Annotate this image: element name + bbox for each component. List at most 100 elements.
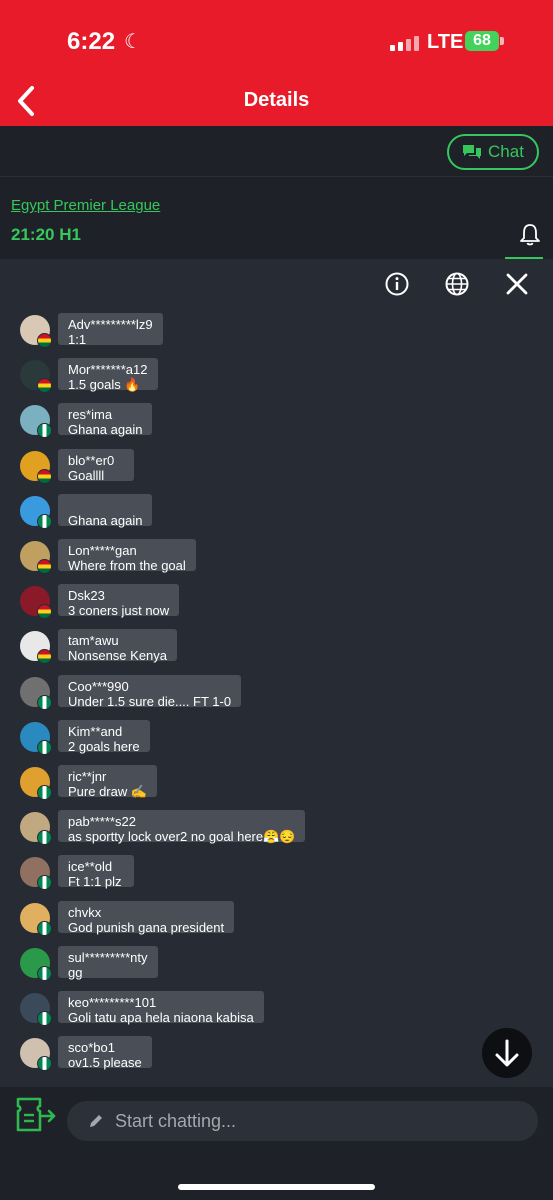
message-username: Coo***990 [68,678,129,694]
chat-message: blo**er0 Goallll [0,448,553,491]
message-bubble[interactable]: Kim**and 2 goals here [58,719,150,754]
nigeria-flag-icon [37,1011,52,1026]
nigeria-flag-icon [37,875,52,891]
message-username: Kim**and [68,723,123,739]
message-username: Mor*******a12 [68,362,148,378]
carrier-label: LTE [427,31,464,53]
scroll-to-bottom-button[interactable] [482,1028,532,1078]
nigeria-flag-icon [37,1056,52,1072]
chat-message: Kim**and 2 goals here [0,719,553,762]
ghana-flag-icon [37,649,52,665]
message-bubble[interactable]: keo*********101 Goli tatu apa hela niaona… [58,991,264,1025]
chat-message: ice**old Ft 1:1 plz [0,855,553,897]
message-bubble[interactable]: Mor*******a12 1.5 goals 🔥 [58,358,158,393]
message-bubble[interactable]: ric**jnr Pure draw ✍️ [58,765,158,799]
nigeria-flag-icon [37,423,52,439]
message-text: Under 1.5 sure die.... FT 1-0 [68,693,232,709]
message-bubble[interactable]: res*ima Ghana again [58,403,153,438]
composer: Start chatting... [0,1087,553,1200]
message-username: sco*bo1 [68,1040,115,1056]
moon-icon: ☾ [124,31,142,53]
message-username: Dsk23 [68,588,105,604]
message-bubble[interactable]: blo**er0 Goallll [58,448,134,483]
chat-message: Adv*********lz9 1:1 [0,313,553,355]
chat-message: Dsk23 3 coners just now [0,584,553,626]
message-text: Goallll [68,467,105,483]
ghana-flag-icon [37,604,52,620]
message-username: pab*****s22 [68,814,136,830]
status-time: 6:22 [67,28,116,55]
chat-message: Ghana again [0,493,553,536]
chat-message: sco*bo1 ov1.5 please [0,1036,553,1078]
message-bubble[interactable]: Coo***990 Under 1.5 sure die.... FT 1-0 [58,674,242,709]
league-link[interactable]: Egypt Premier League [11,197,160,214]
info-icon[interactable] [384,271,410,297]
message-username: tam*awu [68,633,119,649]
nigeria-flag-icon [37,830,52,846]
ghana-flag-icon [37,468,52,484]
chat-message: ric**jnr Pure draw ✍️ [0,765,553,807]
message-text: gg [68,964,83,980]
chat-message: keo*********101 Goli tatu apa hela niaona… [0,991,553,1033]
message-text: Nonsense Kenya [68,648,168,664]
chat-panel: Adv*********lz9 1:1 Mor*******a12 1.5 goals… [0,259,553,1087]
chat-message: Lon*****gan Where from the goal [0,539,553,581]
pencil-icon [90,1115,102,1127]
nav-bar: Details [0,82,553,126]
message-username: ric**jnr [68,769,107,784]
message-bubble[interactable]: chvkx God punish gana president [58,900,235,935]
message-username: chvkx [68,904,102,920]
message-bubble[interactable]: tam*awu Nonsense Kenya [58,629,178,664]
chat-button[interactable]: Chat [447,134,539,170]
message-bubble[interactable]: Dsk23 3 coners just now [58,584,180,619]
chat-message: chvkx God punish gana president [0,900,553,943]
globe-icon[interactable] [444,271,470,297]
message-text: Ft 1:1 plz [68,874,122,890]
chat-icon [463,145,482,159]
message-bubble[interactable]: Adv*********lz9 1:1 [58,313,163,347]
message-text: 1.5 goals 🔥 [68,377,141,393]
close-icon[interactable] [504,271,530,297]
message-text: ov1.5 please [68,1055,142,1071]
page-title: Details [243,89,310,111]
chat-toggle-bar: Chat [0,126,553,177]
ticket-icon[interactable] [14,1096,58,1136]
message-username: Adv*********lz9 [68,317,153,332]
nigeria-flag-icon [37,785,52,800]
message-bubble[interactable]: ice**old Ft 1:1 plz [58,855,134,890]
message-text: Ghana again [68,422,143,438]
battery-icon: 68 [465,31,499,51]
chat-input-placeholder: Start chatting... [115,1111,237,1131]
message-text: 1:1 [68,332,87,347]
bell-icon[interactable] [518,223,542,247]
message-username: blo**er0 [68,452,115,468]
message-text: 2 goals here [68,738,140,754]
nigeria-flag-icon [37,694,52,710]
message-text: God punish gana president [68,919,225,935]
message-bubble[interactable]: Lon*****gan Where from the goal [58,539,196,573]
ghana-flag-icon [37,378,52,394]
chat-message: res*ima Ghana again [0,403,553,445]
chat-input[interactable]: Start chatting... [67,1101,538,1141]
battery-tip [500,37,504,45]
message-bubble[interactable]: Ghana again [58,493,153,528]
message-username: res*ima [68,407,113,423]
message-bubble[interactable]: sul*********nty gg [58,945,158,980]
chat-message: Mor*******a12 1.5 goals 🔥 [0,358,553,400]
ghana-flag-icon [37,559,52,574]
message-bubble[interactable]: sco*bo1 ov1.5 please [58,1036,152,1071]
home-indicator [178,1184,375,1190]
message-bubble[interactable]: pab*****s22 as sportty lock over2 no goal… [58,810,306,844]
message-username: ice**old [68,859,113,875]
message-text: Pure draw ✍️ [68,784,148,799]
arrow-down-icon [495,1039,519,1067]
nigeria-flag-icon [37,965,52,981]
ghana-flag-icon [37,333,52,348]
message-text: Ghana again [68,512,143,528]
nigeria-flag-icon [37,920,52,936]
message-username [68,498,142,513]
nigeria-flag-icon [37,739,52,755]
message-username: Lon*****gan [68,543,137,558]
message-text: 3 coners just now [68,603,170,619]
message-text: Where from the goal [68,558,186,573]
